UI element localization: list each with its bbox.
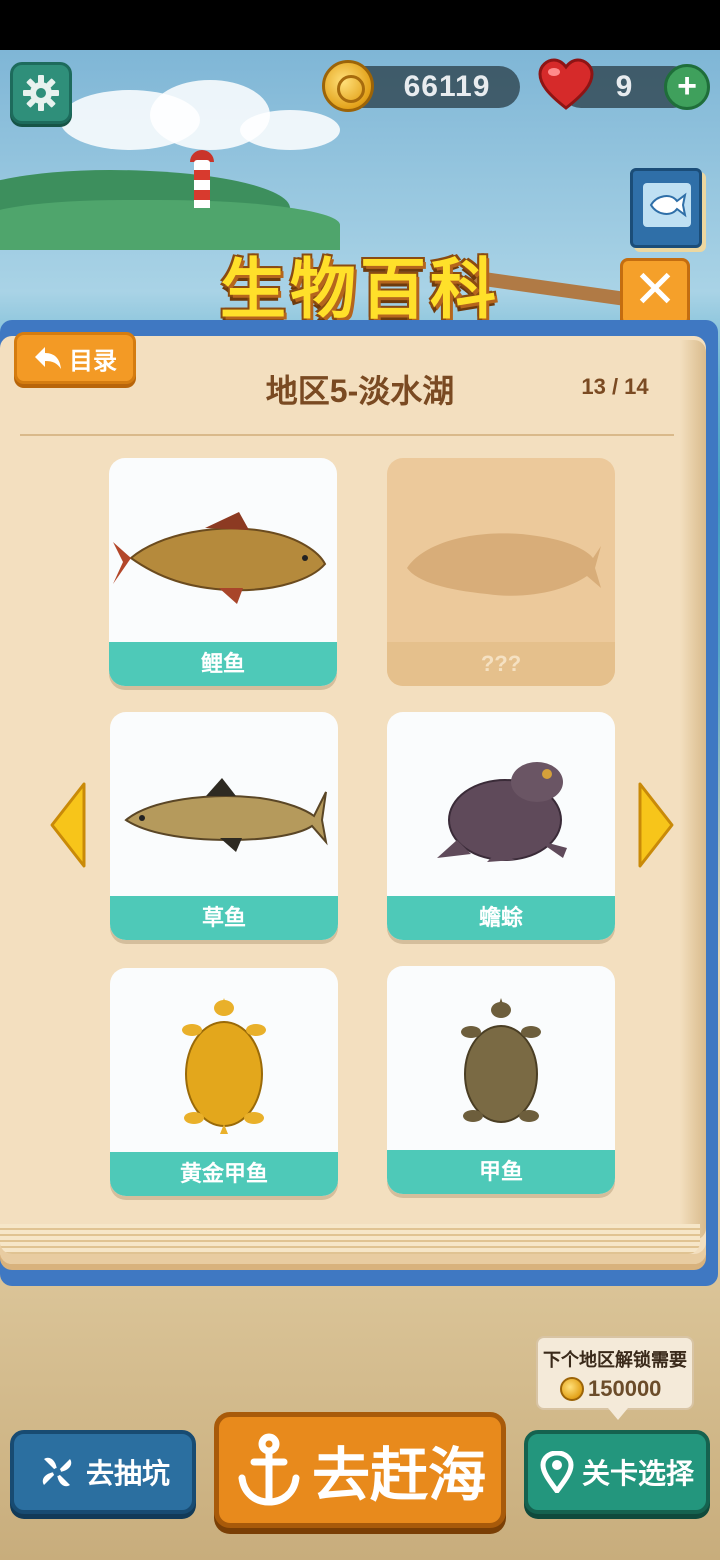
back-arrow-icon [35, 347, 61, 369]
back-label: 目录 [69, 347, 117, 375]
pinwheel-icon [42, 1457, 72, 1487]
go-beachcombing-button[interactable]: 去赶海 [214, 1412, 506, 1528]
previous-page-arrow-icon[interactable] [48, 780, 88, 870]
card-label: ??? [387, 642, 615, 686]
next-page-arrow-icon[interactable] [636, 780, 676, 870]
level-select-button[interactable]: 关卡选择 [524, 1430, 710, 1514]
coin-value: 66119 [403, 70, 491, 103]
go-dig-label: 去抽坑 [85, 1458, 170, 1489]
card-label: 甲鱼 [387, 1150, 615, 1194]
card-label: 鲤鱼 [109, 642, 337, 686]
unlock-label: 下个地区解锁需要 [543, 1350, 687, 1370]
creature-card-grass-carp[interactable]: 草鱼 [110, 712, 338, 940]
creature-card-golden-softshell-turtle[interactable]: 黄金甲鱼 [110, 968, 338, 1196]
fish-silhouette-icon [407, 533, 601, 596]
back-to-index-button[interactable]: 目录 [14, 332, 136, 384]
region-title: 地区5-淡水湖 [265, 373, 455, 409]
card-label: 黄金甲鱼 [110, 1152, 338, 1196]
heart-icon [538, 58, 594, 110]
go-beachcombing-label: 去赶海 [311, 1443, 486, 1508]
unlock-requirement-tooltip: 下个地区解锁需要 150000 [536, 1336, 694, 1420]
golden-turtle-icon [182, 998, 266, 1134]
status-bar [0, 0, 720, 50]
level-select-label: 关卡选择 [581, 1458, 694, 1489]
coin-icon [322, 60, 374, 112]
add-lives-button[interactable]: + [664, 64, 710, 110]
grass-carp-icon [124, 778, 328, 852]
unlock-cost: 150000 [560, 1376, 661, 1402]
fish-icon [649, 192, 687, 218]
coin-icon [560, 1377, 584, 1401]
map-pin-icon [540, 1451, 574, 1493]
toad-icon [437, 762, 567, 862]
page-indicator: 13 / 14 [581, 374, 649, 399]
lives-value: 9 [615, 70, 633, 103]
card-label: 蟾蜍 [387, 896, 615, 940]
page-title: 生物百科 [220, 252, 500, 326]
creature-card-carp[interactable]: 鲤鱼 [109, 458, 337, 686]
creature-card-toad[interactable]: 蟾蜍 [387, 712, 615, 940]
divider [20, 434, 674, 436]
creature-card-locked[interactable]: ??? [387, 458, 615, 686]
softshell-turtle-icon [461, 998, 541, 1123]
close-button[interactable]: ✕ [620, 258, 690, 326]
anchor-icon [238, 1433, 300, 1506]
unlock-cost-value: 150000 [588, 1376, 662, 1401]
settings-button[interactable] [10, 62, 72, 124]
card-label: 草鱼 [110, 896, 338, 940]
carp-icon [113, 512, 327, 604]
gear-icon [23, 75, 59, 111]
go-dig-button[interactable]: 去抽坑 [10, 1430, 196, 1514]
creature-card-softshell-turtle[interactable]: 甲鱼 [387, 966, 615, 1194]
